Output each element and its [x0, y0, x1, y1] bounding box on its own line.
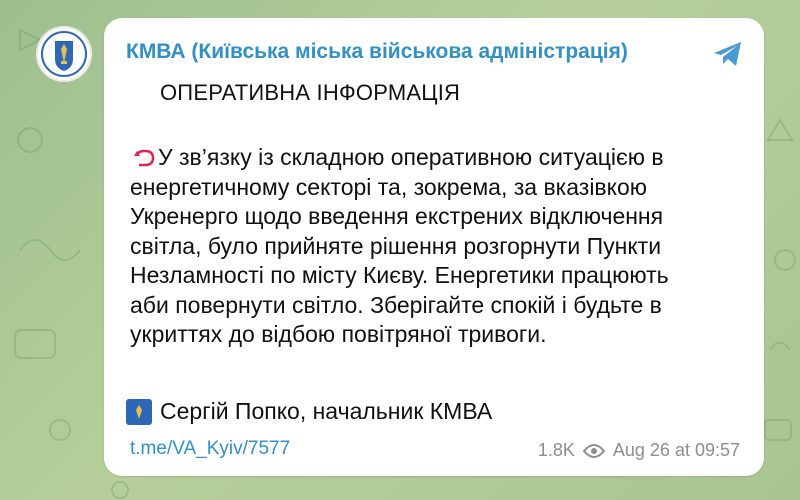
post-line: енергетичному секторі та, зокрема, за вк… [130, 173, 648, 200]
post-meta: 1.8K Aug 26 at 09:57 [538, 440, 740, 461]
post-line: світла, було прийняте рішення розгорнути… [130, 232, 662, 259]
kyiv-coat-of-arms-icon [41, 31, 87, 77]
post-line: аби повернути світло. Зберігайте спокій … [130, 291, 662, 318]
post-body: У зв’язку із складною оперативною ситуац… [130, 143, 730, 350]
signature-text: Сергій Попко, начальник КМВА [160, 398, 493, 424]
timestamp: Aug 26 at 09:57 [612, 440, 740, 460]
signature: Сергій Попко, начальник КМВА [126, 398, 492, 425]
post-line: Укренерго щодо введення екстрених відклю… [130, 203, 664, 229]
post-link[interactable]: t.me/VA_Kyiv/7577 [130, 438, 290, 460]
post-line: У зв’язку із складною оперативною ситуац… [130, 143, 730, 173]
post-line: Незламності по місту Києву. Енергетики п… [130, 262, 669, 288]
telegram-share-icon[interactable] [710, 36, 746, 72]
message-bubble: КМВА (Київська міська військова адмініст… [104, 18, 764, 476]
eye-icon [582, 443, 605, 458]
post-heading: ОПЕРАТИВНА ІНФОРМАЦІЯ [160, 80, 461, 105]
view-count: 1.8K [537, 440, 575, 460]
kyiv-emblem-icon [126, 398, 152, 425]
channel-name[interactable]: КМВА (Київська міська військова адмініст… [126, 40, 628, 64]
channel-avatar[interactable] [36, 26, 92, 82]
red-u-turn-arrow-icon [134, 149, 155, 167]
post-line: укриттях до відбою повітряної тривоги. [130, 321, 547, 347]
